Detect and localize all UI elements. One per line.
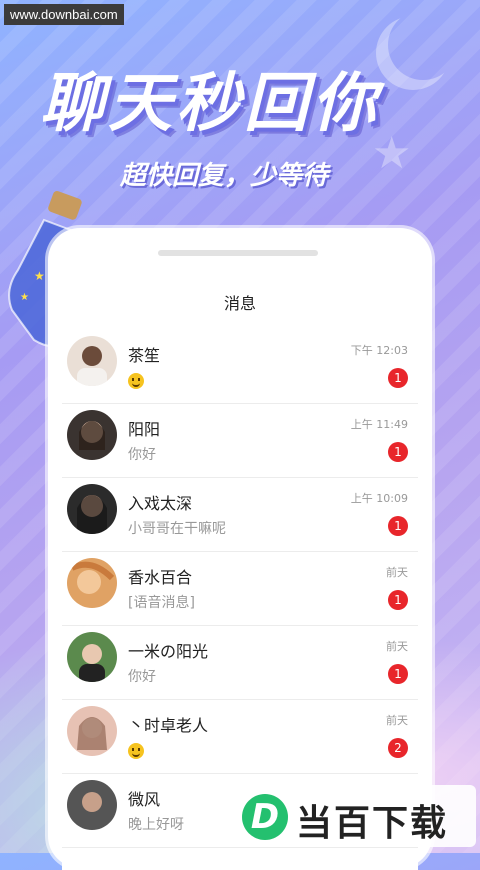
avatar (67, 706, 117, 756)
conversation-item[interactable]: 丶时卓老人 前天 2 (62, 700, 418, 774)
conversation-item[interactable]: 茶笙 下午 12:03 1 (62, 330, 418, 404)
contact-name: 入戏太深 (128, 494, 193, 513)
contact-name: 茶笙 (128, 346, 161, 365)
message-time: 上午 11:49 (350, 418, 408, 431)
smile-emoji-icon (128, 743, 144, 759)
contact-name: 丶时卓老人 (128, 716, 209, 735)
subheadline: 超快回复，少等待 (120, 161, 329, 191)
smile-emoji-icon (128, 373, 144, 389)
message-time: 前天 (386, 714, 408, 727)
unread-badge: 1 (388, 516, 408, 536)
conversation-item[interactable]: 香水百合 [语音消息] 前天 1 (62, 552, 418, 626)
conversation-list: 茶笙 下午 12:03 1 阳阳 你好 上午 11:49 1 入戏太深 小哥哥在… (62, 330, 418, 848)
avatar (67, 780, 117, 830)
avatar (67, 336, 117, 386)
avatar (67, 410, 117, 460)
unread-badge: 1 (388, 368, 408, 388)
unread-badge: 1 (388, 664, 408, 684)
last-message: [语音消息] (128, 595, 195, 611)
svg-text:★: ★ (20, 292, 29, 303)
avatar (67, 484, 117, 534)
last-message: 你好 (128, 669, 156, 685)
conversation-item[interactable]: 一米の阳光 你好 前天 1 (62, 626, 418, 700)
message-time: 下午 12:03 (350, 344, 408, 357)
conversation-item[interactable]: 阳阳 你好 上午 11:49 1 (62, 404, 418, 478)
headline: 聊天秒回你 (40, 67, 380, 141)
screen-title: 消息 (223, 294, 256, 313)
phone-speaker (158, 250, 318, 256)
avatar (67, 632, 117, 682)
unread-badge: 1 (388, 590, 408, 610)
message-time: 前天 (386, 640, 408, 653)
last-message (128, 370, 144, 390)
conversation-item[interactable]: 入戏太深 小哥哥在干嘛呢 上午 10:09 1 (62, 478, 418, 552)
avatar (67, 558, 117, 608)
last-message (128, 740, 144, 760)
logo-text: 当百下载 (296, 803, 449, 844)
message-time: 前天 (386, 566, 408, 579)
unread-badge: 2 (388, 738, 408, 758)
contact-name: 一米の阳光 (128, 642, 209, 661)
contact-name: 阳阳 (128, 420, 161, 439)
last-message: 晚上好呀 (128, 817, 184, 833)
last-message: 小哥哥在干嘛呢 (128, 521, 226, 537)
unread-badge: 1 (388, 442, 408, 462)
last-message: 你好 (128, 447, 156, 463)
svg-text:★: ★ (34, 269, 45, 283)
watermark-url: www.downbai.com (4, 4, 124, 25)
contact-name: 微风 (128, 790, 161, 809)
logo-mark-icon: D (242, 794, 288, 840)
message-screen: 消息 茶笙 下午 12:03 1 阳阳 你好 上午 11:49 1 入戏太深 小… (62, 270, 418, 870)
contact-name: 香水百合 (128, 568, 193, 587)
message-time: 上午 10:09 (350, 492, 408, 505)
